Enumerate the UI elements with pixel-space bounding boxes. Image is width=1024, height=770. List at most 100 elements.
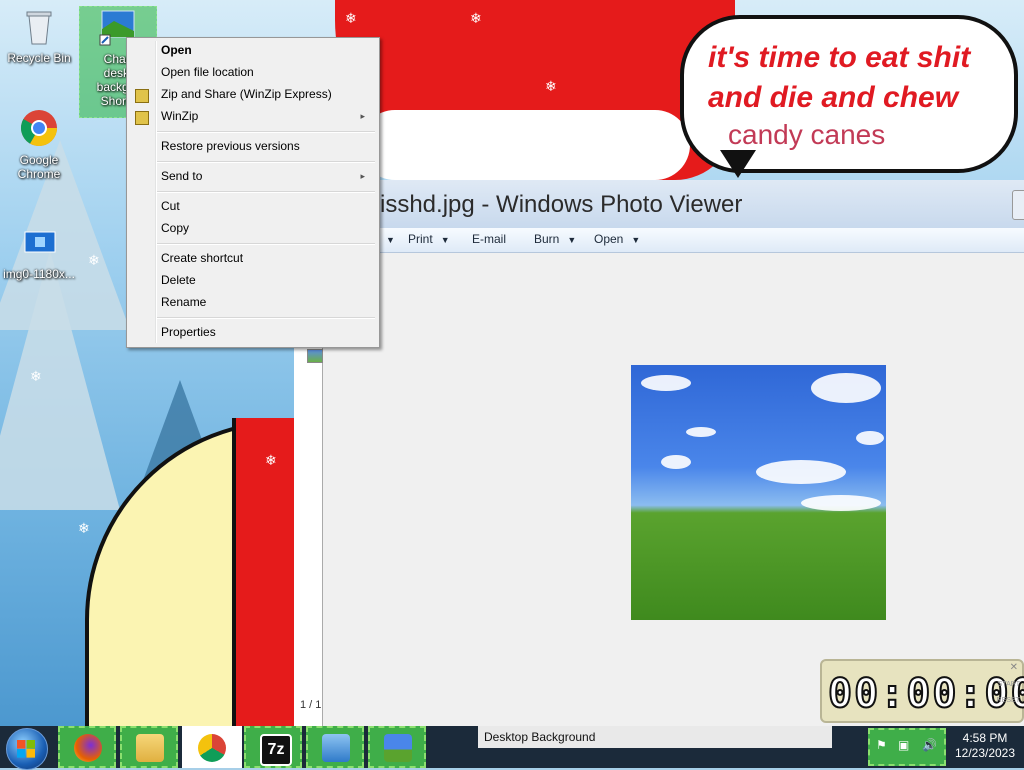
- email-label: E-mail: [472, 232, 507, 246]
- print-menu[interactable]: Print ▼: [408, 232, 450, 246]
- 7zip-icon: 7z: [260, 734, 292, 766]
- menu-separator: [157, 243, 375, 245]
- menu-item-label: Rename: [161, 295, 207, 309]
- menu-item-cut[interactable]: Cut: [161, 196, 371, 216]
- clock-time: 4:58 PM: [962, 731, 1008, 745]
- taskbar-window-label[interactable]: Desktop Background: [478, 726, 832, 748]
- file-explorer-icon: [136, 734, 164, 762]
- start-button[interactable]: START: [998, 681, 1020, 688]
- menu-item-label: Properties: [161, 325, 216, 339]
- toolbar-caret-icon[interactable]: ▼: [378, 232, 395, 246]
- taskbar-file-explorer[interactable]: [120, 726, 178, 768]
- chevron-right-icon: ▸: [360, 111, 365, 121]
- page-indicator: 1 / 1: [300, 699, 322, 711]
- snowflake-icon: ❄: [78, 520, 90, 536]
- snowflake-icon: ❄: [30, 368, 42, 384]
- taskbar: 7z Desktop Background ⚑ ▣ 🔊 4:58 PM 12/2…: [0, 726, 1024, 770]
- chevron-down-icon: ▼: [440, 235, 450, 245]
- desktop-icon-recycle-bin[interactable]: Recycle Bin: [3, 6, 75, 65]
- taskbar-chrome[interactable]: [182, 726, 242, 768]
- menu-item-rename[interactable]: Rename: [161, 292, 371, 312]
- menu-item-send-to[interactable]: Send to ▸: [161, 166, 371, 186]
- menu-separator: [157, 317, 375, 319]
- print-label: Print: [408, 232, 433, 246]
- photo-viewer-window[interactable]: isshd.jpg - Windows Photo Viewer ▼ Print…: [294, 180, 1024, 726]
- timer-display: 00:00:00: [827, 670, 1024, 718]
- menu-item-zip-and-share[interactable]: Zip and Share (WinZip Express): [161, 84, 371, 104]
- chrome-icon: [20, 110, 58, 147]
- image-icon: [24, 231, 56, 253]
- close-icon[interactable]: ✕: [1010, 662, 1018, 673]
- clock-date: 12/23/2023: [954, 746, 1016, 760]
- flag-icon[interactable]: ⚑: [876, 738, 887, 752]
- taskbar-7zip[interactable]: 7z: [244, 726, 302, 768]
- menu-item-delete[interactable]: Delete: [161, 270, 371, 290]
- taskbar-firefox[interactable]: [58, 726, 116, 768]
- menu-item-open-file-location[interactable]: Open file location: [161, 62, 371, 82]
- snowflake-icon: ❄: [470, 10, 482, 26]
- menu-item-label: Zip and Share (WinZip Express): [161, 87, 332, 101]
- toolbar: ▼ Print ▼ E-mail Burn ▼ Open ▼: [294, 228, 1024, 253]
- maximize-button[interactable]: [1012, 190, 1024, 220]
- tree-decoration: [0, 250, 120, 510]
- chevron-down-icon: ▼: [631, 235, 641, 245]
- winzip-icon: [135, 89, 149, 103]
- menu-item-label: Delete: [161, 273, 196, 287]
- chevron-down-icon: ▼: [567, 235, 577, 245]
- menu-item-label: WinZip: [161, 109, 199, 123]
- menu-separator: [157, 131, 375, 133]
- desktop-icon-google-chrome[interactable]: Google Chrome: [3, 108, 75, 181]
- menu-item-properties[interactable]: Properties: [161, 322, 371, 342]
- control-panel-icon: [322, 734, 350, 762]
- recycle-bin-icon: [26, 11, 52, 45]
- system-tray[interactable]: ⚑ ▣ 🔊: [868, 728, 946, 766]
- menu-item-label: Cut: [161, 199, 180, 213]
- window-title: isshd.jpg - Windows Photo Viewer: [380, 191, 743, 218]
- reset-button[interactable]: RESET: [997, 697, 1020, 704]
- network-icon[interactable]: ▣: [898, 738, 909, 752]
- email-button[interactable]: E-mail: [472, 232, 506, 246]
- menu-item-label: Restore previous versions: [161, 139, 300, 153]
- menu-item-copy[interactable]: Copy: [161, 218, 371, 238]
- firefox-icon: [74, 734, 102, 762]
- desktop-icon-label: Recycle Bin: [7, 51, 71, 65]
- menu-item-open[interactable]: Open: [161, 40, 371, 60]
- displayed-photo: [631, 365, 886, 620]
- bubble-line-1: it's time to eat shit: [708, 41, 971, 74]
- chevron-right-icon: ▸: [360, 171, 365, 181]
- burn-label: Burn: [534, 232, 560, 246]
- menu-item-label: Copy: [161, 221, 190, 235]
- speech-bubble-tail: [720, 150, 756, 178]
- taskbar-control-panel[interactable]: [306, 726, 364, 768]
- menu-item-label: Open file location: [161, 65, 254, 79]
- volume-icon[interactable]: 🔊: [922, 738, 937, 752]
- start-button[interactable]: [6, 728, 48, 770]
- taskbar-photo-viewer[interactable]: [368, 726, 426, 768]
- menu-item-label: Send to: [161, 169, 203, 183]
- snowflake-icon: ❄: [545, 78, 557, 94]
- menu-item-restore-previous-versions[interactable]: Restore previous versions: [161, 136, 371, 156]
- burn-menu[interactable]: Burn ▼: [534, 232, 576, 246]
- desktop-icon-label: Google Chrome: [17, 153, 61, 181]
- thumbnail-icon[interactable]: [307, 349, 323, 363]
- desktop-icon-label: img0-1180x...: [3, 267, 75, 281]
- menu-separator: [157, 191, 375, 193]
- menu-item-create-shortcut[interactable]: Create shortcut: [161, 248, 371, 268]
- clock[interactable]: 4:58 PM 12/23/2023: [946, 726, 1024, 768]
- menu-item-label: Open: [161, 43, 192, 57]
- bubble-line-3: candy canes: [728, 119, 886, 150]
- desktop-icon-image-file[interactable]: img0-1180x...: [3, 222, 75, 281]
- menu-separator: [157, 161, 375, 163]
- window-title-bar[interactable]: isshd.jpg - Windows Photo Viewer: [294, 180, 1024, 228]
- windows-logo-icon: [17, 740, 35, 758]
- bubble-line-2: and die and chew: [708, 81, 959, 114]
- snowflake-icon: ❄: [265, 452, 277, 468]
- open-menu[interactable]: Open ▼: [594, 232, 640, 246]
- chrome-icon: [198, 734, 226, 762]
- stopwatch-gadget[interactable]: 00:00:00 ✕ START RESET: [820, 659, 1024, 723]
- context-menu: Open Open file location Zip and Share (W…: [126, 37, 380, 348]
- snowflake-icon: ❄: [88, 252, 100, 268]
- winzip-icon: [135, 111, 149, 125]
- menu-item-winzip[interactable]: WinZip ▸: [161, 106, 371, 126]
- menu-item-label: Create shortcut: [161, 251, 244, 265]
